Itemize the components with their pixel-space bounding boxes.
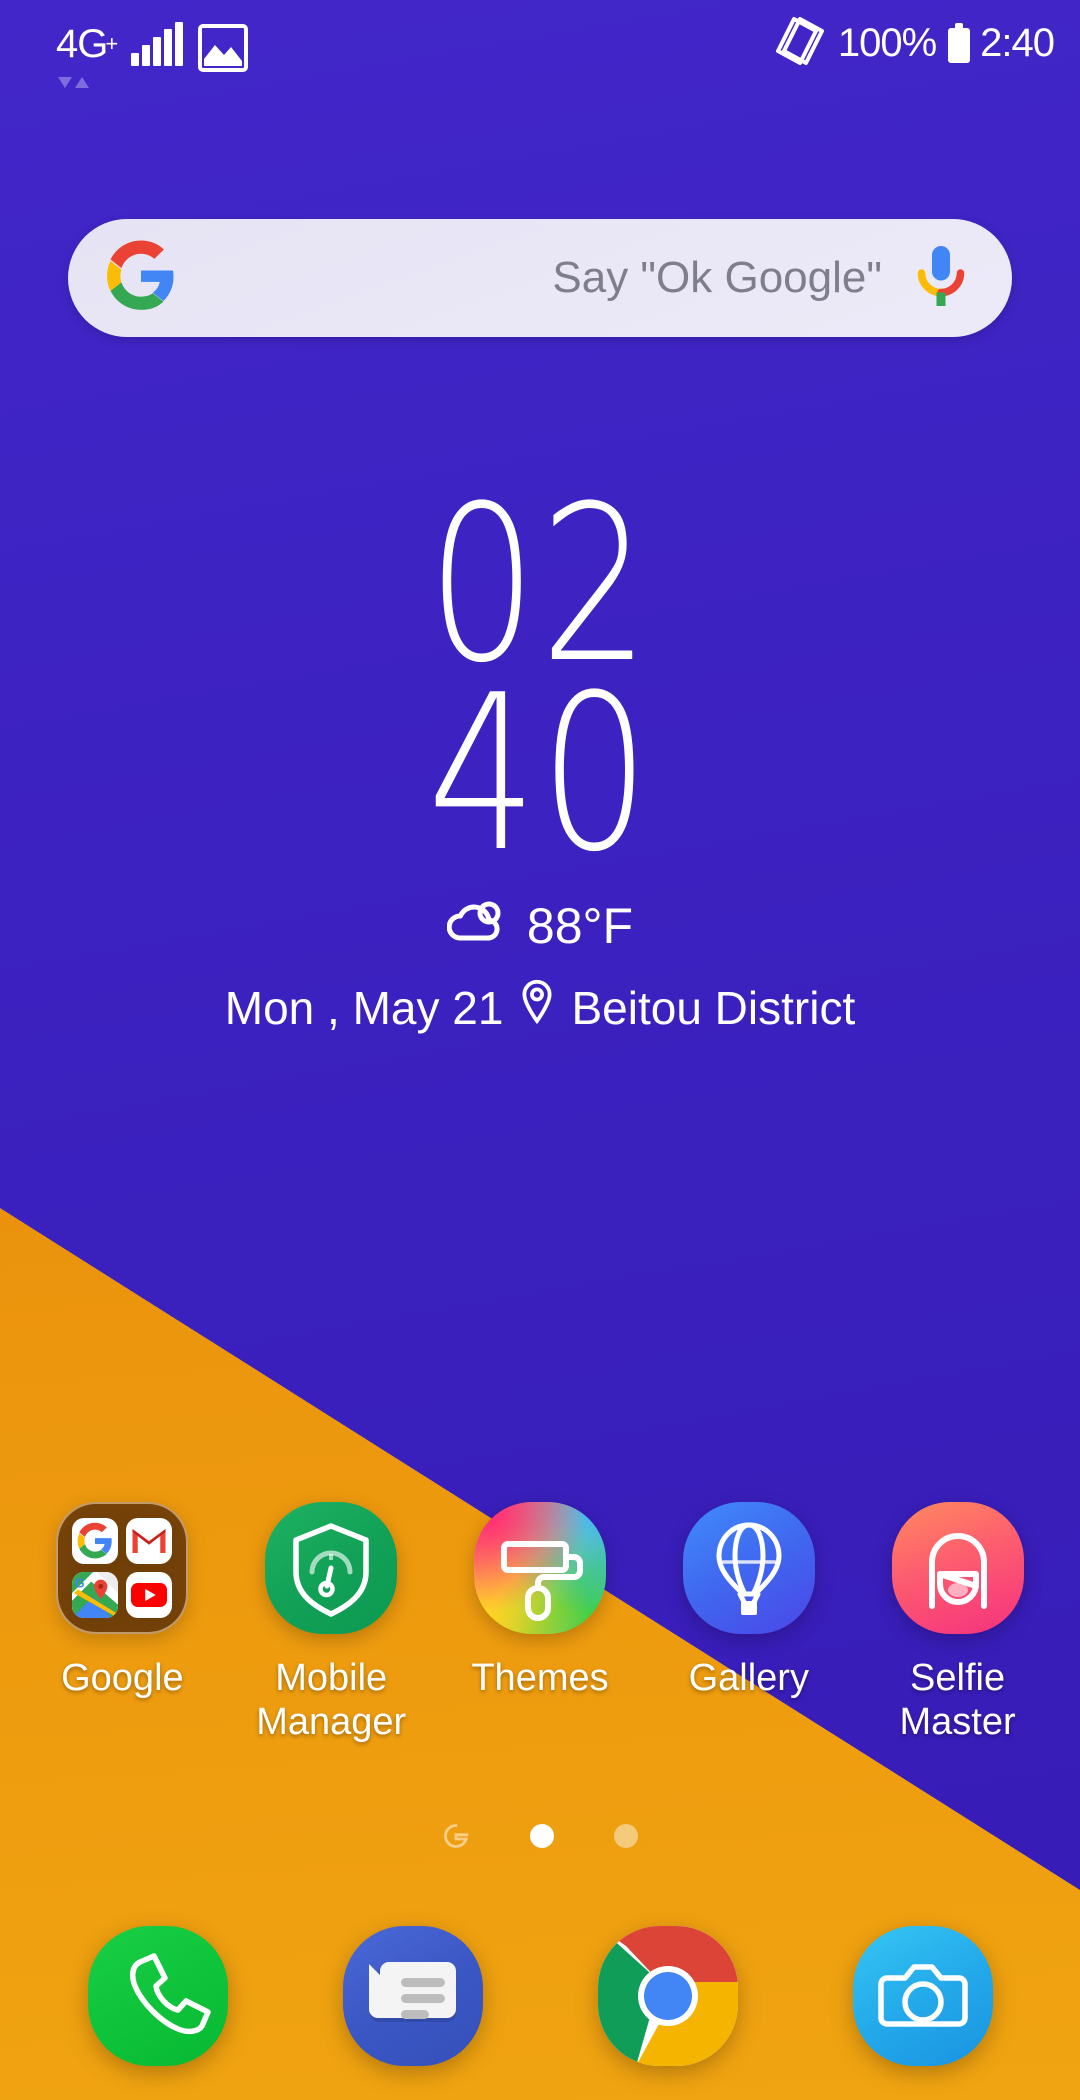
app-label: Google bbox=[61, 1657, 184, 1699]
signal-bars-icon bbox=[131, 22, 184, 66]
status-bar-right: 100% 2:40 bbox=[774, 15, 1080, 72]
network-type-indicator: 4G + bbox=[56, 22, 118, 88]
camera-icon[interactable] bbox=[852, 1926, 993, 2066]
location-pin-icon bbox=[519, 978, 555, 1037]
partly-cloudy-icon bbox=[446, 896, 509, 956]
dock bbox=[0, 1926, 1080, 2066]
location-label: Beitou District bbox=[571, 981, 856, 1034]
search-input[interactable]: Say "Ok Google" bbox=[178, 253, 912, 303]
data-transfer-arrows-icon bbox=[58, 77, 89, 88]
app-selfie-master[interactable]: Selfie Master bbox=[865, 1502, 1051, 1744]
app-google-folder[interactable]: G Google bbox=[29, 1502, 215, 1700]
date-label: Mon , May 21 bbox=[224, 981, 504, 1034]
page-indicator[interactable] bbox=[0, 1822, 1080, 1850]
temperature-label: 88°F bbox=[526, 898, 634, 955]
google-mic-icon[interactable] bbox=[912, 243, 970, 314]
svg-text:G: G bbox=[75, 1576, 85, 1590]
app-gallery[interactable]: Gallery bbox=[656, 1502, 842, 1700]
app-grid: G Google Mobile Manager Themes Gallery S… bbox=[0, 1502, 1080, 1744]
google-maps-icon: G bbox=[72, 1572, 119, 1618]
paint-roller-icon[interactable] bbox=[473, 1502, 606, 1634]
network-type-label: 4G bbox=[56, 22, 108, 66]
shield-gauge-icon[interactable] bbox=[265, 1502, 398, 1634]
app-label: Selfie Master bbox=[899, 1657, 1016, 1744]
google-g-icon bbox=[104, 239, 178, 318]
weather-row[interactable]: 88°F bbox=[0, 896, 1080, 956]
screenshot-image-icon bbox=[197, 23, 249, 78]
clock-minutes: 40 bbox=[427, 648, 653, 900]
battery-full-icon bbox=[948, 23, 971, 63]
battery-percentage: 100% bbox=[837, 21, 937, 65]
status-bar-left: 4G + bbox=[0, 0, 249, 88]
app-themes[interactable]: Themes bbox=[447, 1502, 633, 1700]
date-location-row[interactable]: Mon , May 21 Beitou District bbox=[0, 978, 1080, 1037]
google-search-bar[interactable]: Say "Ok Google" bbox=[68, 219, 1012, 337]
gmail-icon bbox=[126, 1518, 173, 1564]
youtube-icon bbox=[126, 1572, 173, 1618]
google-g-icon bbox=[72, 1518, 119, 1564]
hot-air-balloon-icon[interactable] bbox=[682, 1502, 815, 1634]
google-feed-page-icon[interactable] bbox=[442, 1822, 470, 1850]
app-label: Mobile Manager bbox=[256, 1657, 407, 1744]
page-dot-2[interactable] bbox=[614, 1824, 638, 1848]
phone-handset-icon[interactable] bbox=[87, 1926, 228, 2066]
selfie-face-icon[interactable] bbox=[891, 1502, 1024, 1634]
message-bubble-icon[interactable] bbox=[342, 1926, 483, 2066]
page-dot-1[interactable] bbox=[530, 1824, 554, 1848]
home-screen: 4G + 100% 2:40 Say "Ok Google" 02 40 88°… bbox=[0, 0, 1080, 2100]
network-plus-label: + bbox=[105, 31, 118, 56]
clock-weather-widget[interactable]: 02 40 88°F Mon , May 21 Beitou District bbox=[0, 477, 1080, 1037]
google-folder-icon[interactable]: G bbox=[56, 1502, 189, 1634]
auto-rotate-icon bbox=[774, 15, 830, 72]
status-bar[interactable]: 4G + 100% 2:40 bbox=[0, 0, 1080, 88]
app-label: Gallery bbox=[688, 1657, 809, 1699]
app-mobile-manager[interactable]: Mobile Manager bbox=[238, 1502, 424, 1744]
status-bar-clock: 2:40 bbox=[980, 21, 1055, 65]
app-label: Themes bbox=[471, 1657, 609, 1699]
chrome-icon[interactable] bbox=[597, 1926, 738, 2066]
